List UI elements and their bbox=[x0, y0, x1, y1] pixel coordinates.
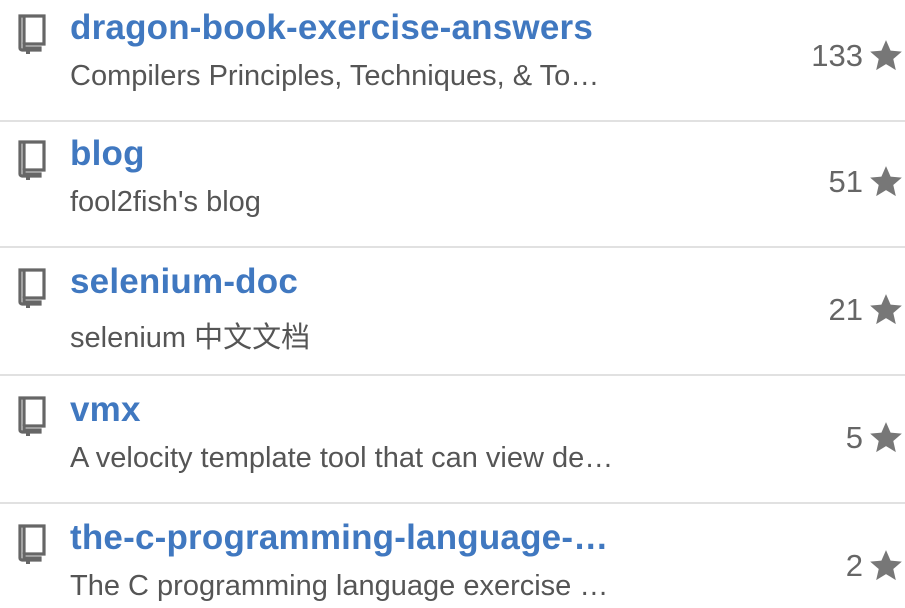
repo-name-link[interactable]: dragon-book-exercise-answers bbox=[70, 8, 593, 48]
repo-book-icon bbox=[18, 524, 46, 564]
repo-name-link[interactable]: vmx bbox=[70, 390, 141, 430]
star-count: 133 bbox=[811, 38, 863, 73]
stargazers-link[interactable]: 5 bbox=[846, 418, 905, 458]
star-icon bbox=[870, 422, 902, 453]
repo-description: A velocity template tool that can view d… bbox=[70, 442, 614, 474]
repo-name-link[interactable]: the-c-programming-language-… bbox=[70, 518, 608, 558]
repo-name-link[interactable]: blog bbox=[70, 134, 145, 174]
star-icon bbox=[870, 40, 902, 71]
star-icon bbox=[870, 166, 902, 197]
stargazers-link[interactable]: 51 bbox=[829, 162, 905, 202]
stargazers-link[interactable]: 21 bbox=[829, 290, 905, 330]
star-count: 51 bbox=[828, 164, 863, 199]
repo-description: selenium 中文文档 bbox=[70, 322, 311, 354]
stargazers-link[interactable]: 2 bbox=[846, 546, 905, 586]
repo-description: The C programming language exercise … bbox=[70, 570, 609, 602]
repo-list-item: blog fool2fish's blog 51 bbox=[0, 122, 905, 248]
repo-list-item: vmx A velocity template tool that can vi… bbox=[0, 378, 905, 504]
repo-description: fool2fish's blog bbox=[70, 186, 261, 218]
star-count: 2 bbox=[845, 548, 863, 583]
repo-list-item: selenium-doc selenium 中文文档 21 bbox=[0, 250, 905, 376]
repo-name-link[interactable]: selenium-doc bbox=[70, 262, 298, 302]
repo-book-icon bbox=[18, 396, 46, 436]
repo-book-icon bbox=[18, 268, 46, 308]
repo-description: Compilers Principles, Techniques, & To… bbox=[70, 60, 600, 92]
star-icon bbox=[870, 550, 902, 581]
star-count: 21 bbox=[828, 292, 863, 327]
repo-book-icon bbox=[18, 14, 46, 54]
repo-book-icon bbox=[18, 140, 46, 180]
repo-list: dragon-book-exercise-answers Compilers P… bbox=[0, 0, 905, 608]
stargazers-link[interactable]: 133 bbox=[811, 36, 905, 76]
star-count: 5 bbox=[845, 420, 863, 455]
star-icon bbox=[870, 294, 902, 325]
repo-list-item: the-c-programming-language-… The C progr… bbox=[0, 506, 905, 608]
repo-list-item: dragon-book-exercise-answers Compilers P… bbox=[0, 0, 905, 122]
